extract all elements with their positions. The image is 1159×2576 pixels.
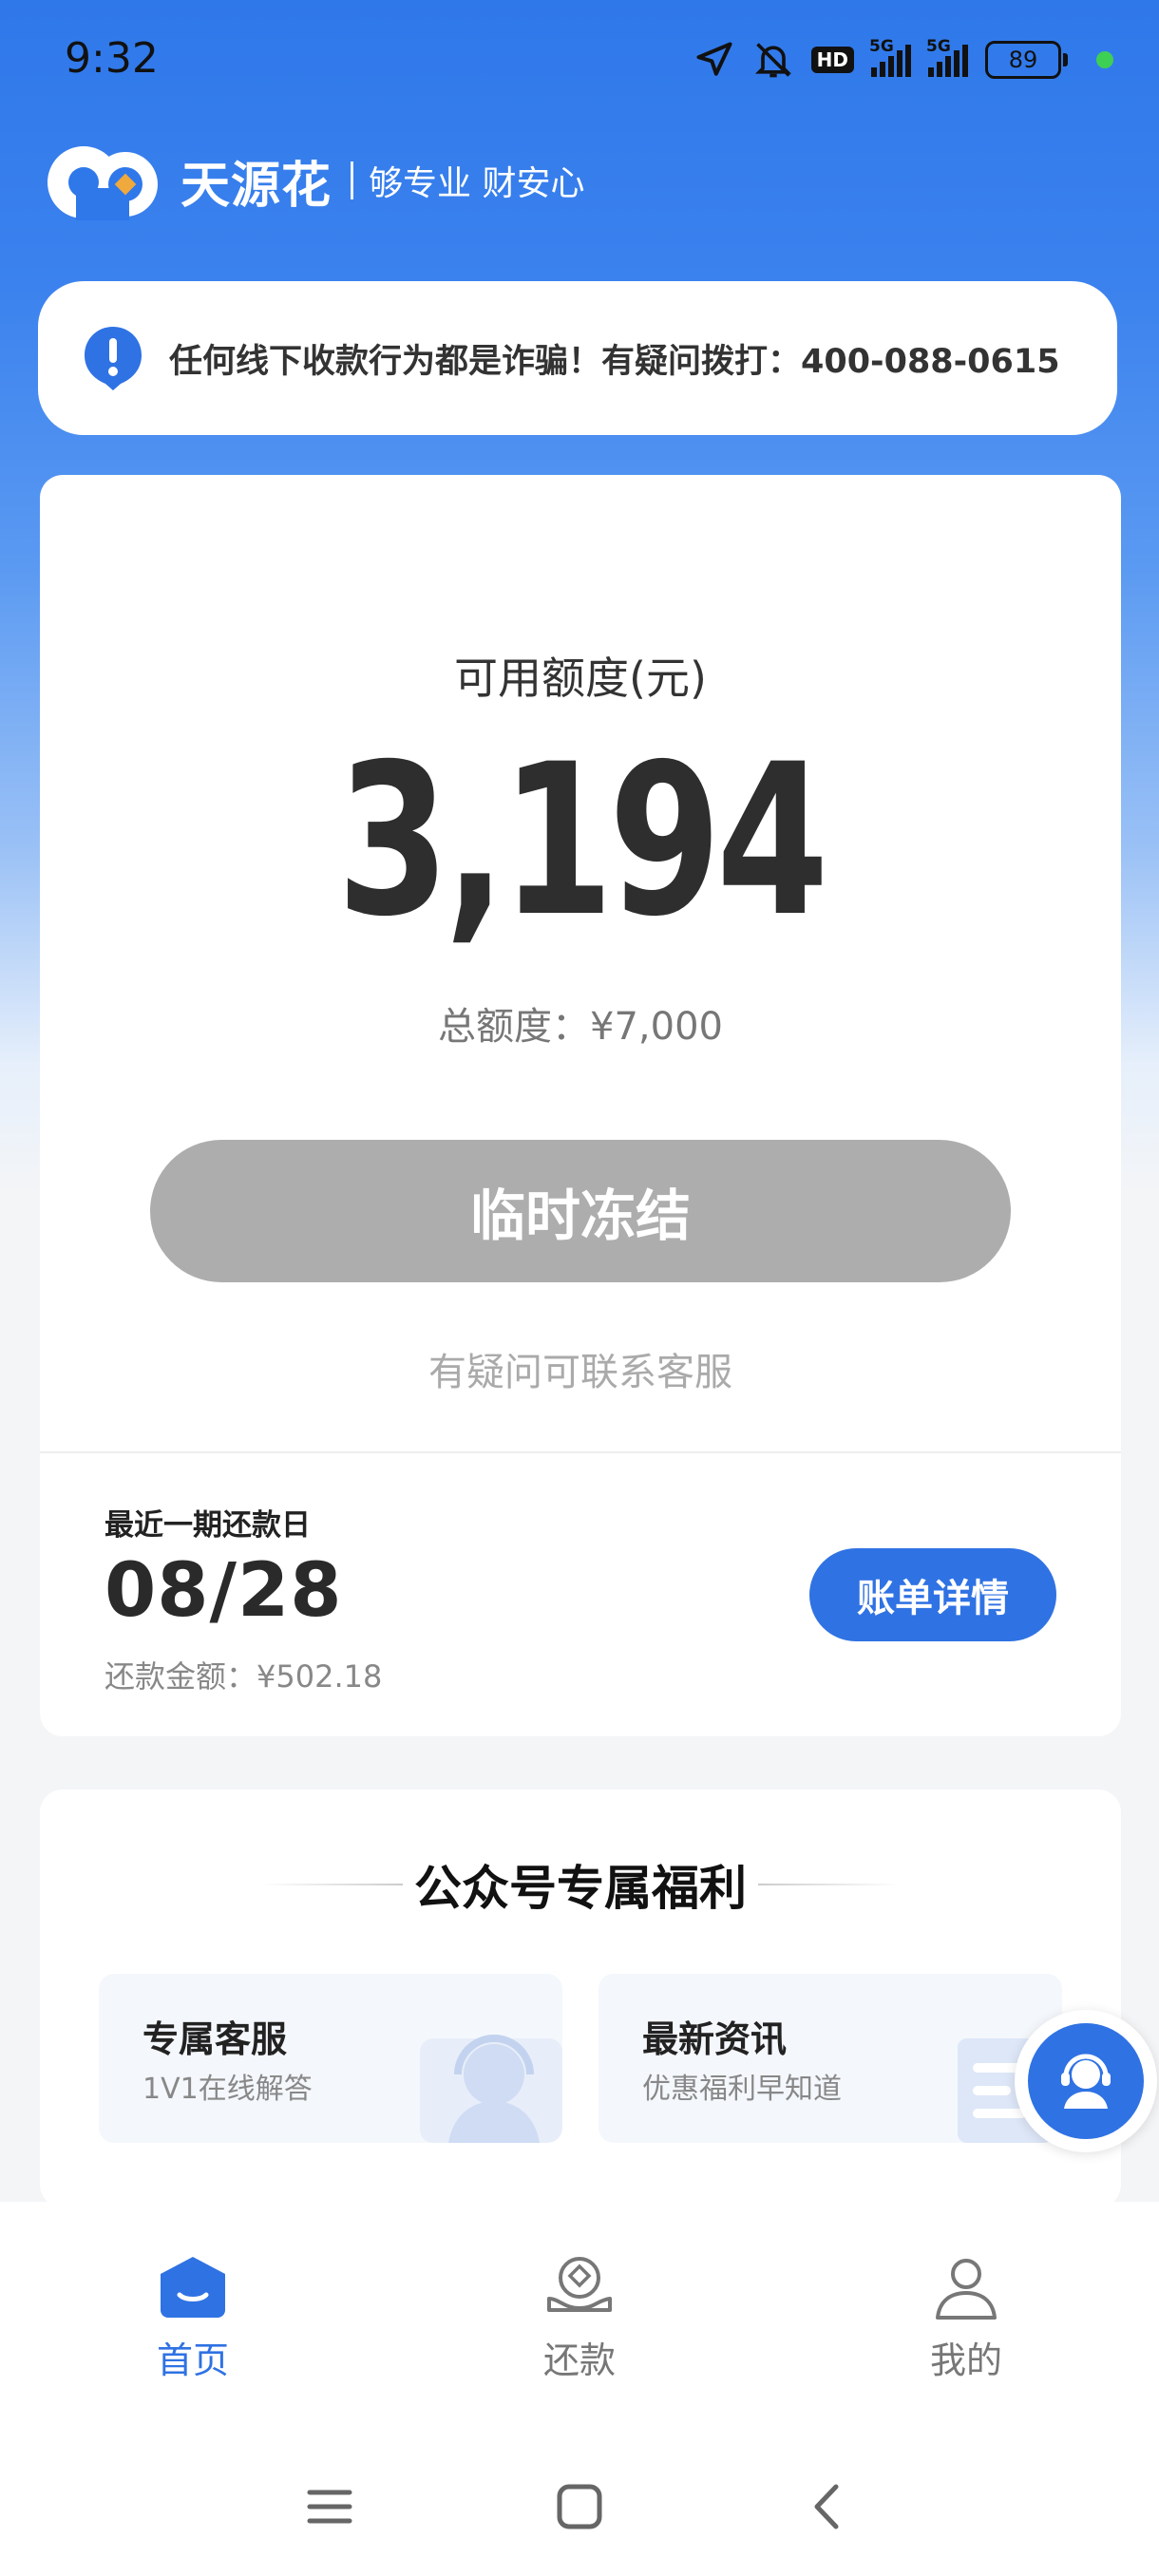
status-icons: HD 5G 5G 89 xyxy=(694,36,1113,84)
hd-badge: HD xyxy=(810,47,854,73)
brand-logo-icon xyxy=(48,146,158,220)
benefits-title: 公众号专属福利 xyxy=(414,1861,747,1916)
sim2-network-label: 5G xyxy=(926,37,951,56)
tab-label: 首页 xyxy=(156,2339,229,2381)
back-icon[interactable] xyxy=(804,2481,855,2532)
tab-label: 我的 xyxy=(929,2339,1002,2381)
repay-icon xyxy=(547,2257,612,2312)
sim1-network-label: 5G xyxy=(869,37,894,56)
benefit-item-title: 最新资讯 xyxy=(642,2018,788,2060)
privacy-indicator-dot xyxy=(1096,51,1113,68)
benefits-card: 公众号专属福利 专属客服 1V1在线解答 最新资讯 优惠福利早知道 xyxy=(40,1790,1121,2207)
repayment-amount: 还款金额：¥502.18 xyxy=(104,1658,383,1695)
tab-label: 还款 xyxy=(542,2339,616,2381)
credit-card: 可用额度(元) 3,194 总额度：¥7,000 临时冻结 有疑问可联系客服 最… xyxy=(40,475,1121,1736)
available-credit-label: 可用额度(元) xyxy=(454,653,707,704)
title-line-right xyxy=(758,1884,901,1885)
system-navigation-bar xyxy=(0,2439,1159,2576)
tab-repay[interactable]: 还款 xyxy=(484,2253,674,2383)
profile-icon xyxy=(936,2259,997,2320)
battery-level: 89 xyxy=(985,41,1061,79)
frozen-status-button[interactable]: 临时冻结 xyxy=(150,1140,1011,1282)
brand-slogan: 够专业 财安心 xyxy=(369,164,585,203)
floating-customer-service-button[interactable] xyxy=(1015,2010,1157,2152)
warning-icon xyxy=(85,327,142,390)
available-credit-amount: 3,194 xyxy=(336,719,829,962)
tab-home[interactable]: 首页 xyxy=(98,2253,288,2383)
notice-text: 任何线下收款行为都是诈骗！有疑问拨打：400-088-0615 xyxy=(169,342,1060,381)
signal-icon-sim1: 5G xyxy=(869,37,911,77)
title-line-left xyxy=(260,1884,403,1885)
benefits-header: 公众号专属福利 xyxy=(40,1850,1121,1919)
benefit-item-customer-service[interactable]: 专属客服 1V1在线解答 xyxy=(99,1974,562,2143)
tab-profile[interactable]: 我的 xyxy=(871,2253,1061,2383)
benefit-item-news[interactable]: 最新资讯 优惠福利早知道 xyxy=(598,1974,1062,2143)
benefit-item-subtitle: 优惠福利早知道 xyxy=(642,2073,842,2106)
menu-icon[interactable] xyxy=(304,2481,355,2532)
location-icon xyxy=(696,42,732,76)
signal-icon-sim2: 5G xyxy=(926,37,968,77)
status-time: 9:32 xyxy=(65,34,159,83)
benefit-item-subtitle: 1V1在线解答 xyxy=(142,2073,313,2106)
contact-service-tip[interactable]: 有疑问可联系客服 xyxy=(40,1341,1121,1396)
next-due-date: 08/28 xyxy=(104,1548,343,1634)
home-icon xyxy=(161,2257,225,2318)
benefit-item-title: 专属客服 xyxy=(142,2018,288,2060)
customer-service-icon xyxy=(1061,2054,1111,2109)
battery-icon: 89 xyxy=(985,41,1068,79)
card-divider xyxy=(40,1451,1121,1453)
bottom-tab-bar: 首页 还款 我的 xyxy=(0,2202,1159,2439)
total-credit: 总额度：¥7,000 xyxy=(438,1005,723,1049)
next-due-label: 最近一期还款日 xyxy=(104,1508,311,1543)
support-agent-icon xyxy=(420,2035,562,2143)
fraud-notice-banner[interactable]: 任何线下收款行为都是诈骗！有疑问拨打：400-088-0615 xyxy=(38,281,1117,435)
bill-detail-button[interactable]: 账单详情 xyxy=(809,1548,1056,1641)
brand-header: 天源花 够专业 财安心 xyxy=(38,133,584,228)
brand-name: 天源花 xyxy=(180,157,332,215)
home-square-icon[interactable] xyxy=(554,2481,605,2532)
mute-bell-icon xyxy=(754,43,791,78)
brand-separator xyxy=(351,161,354,199)
